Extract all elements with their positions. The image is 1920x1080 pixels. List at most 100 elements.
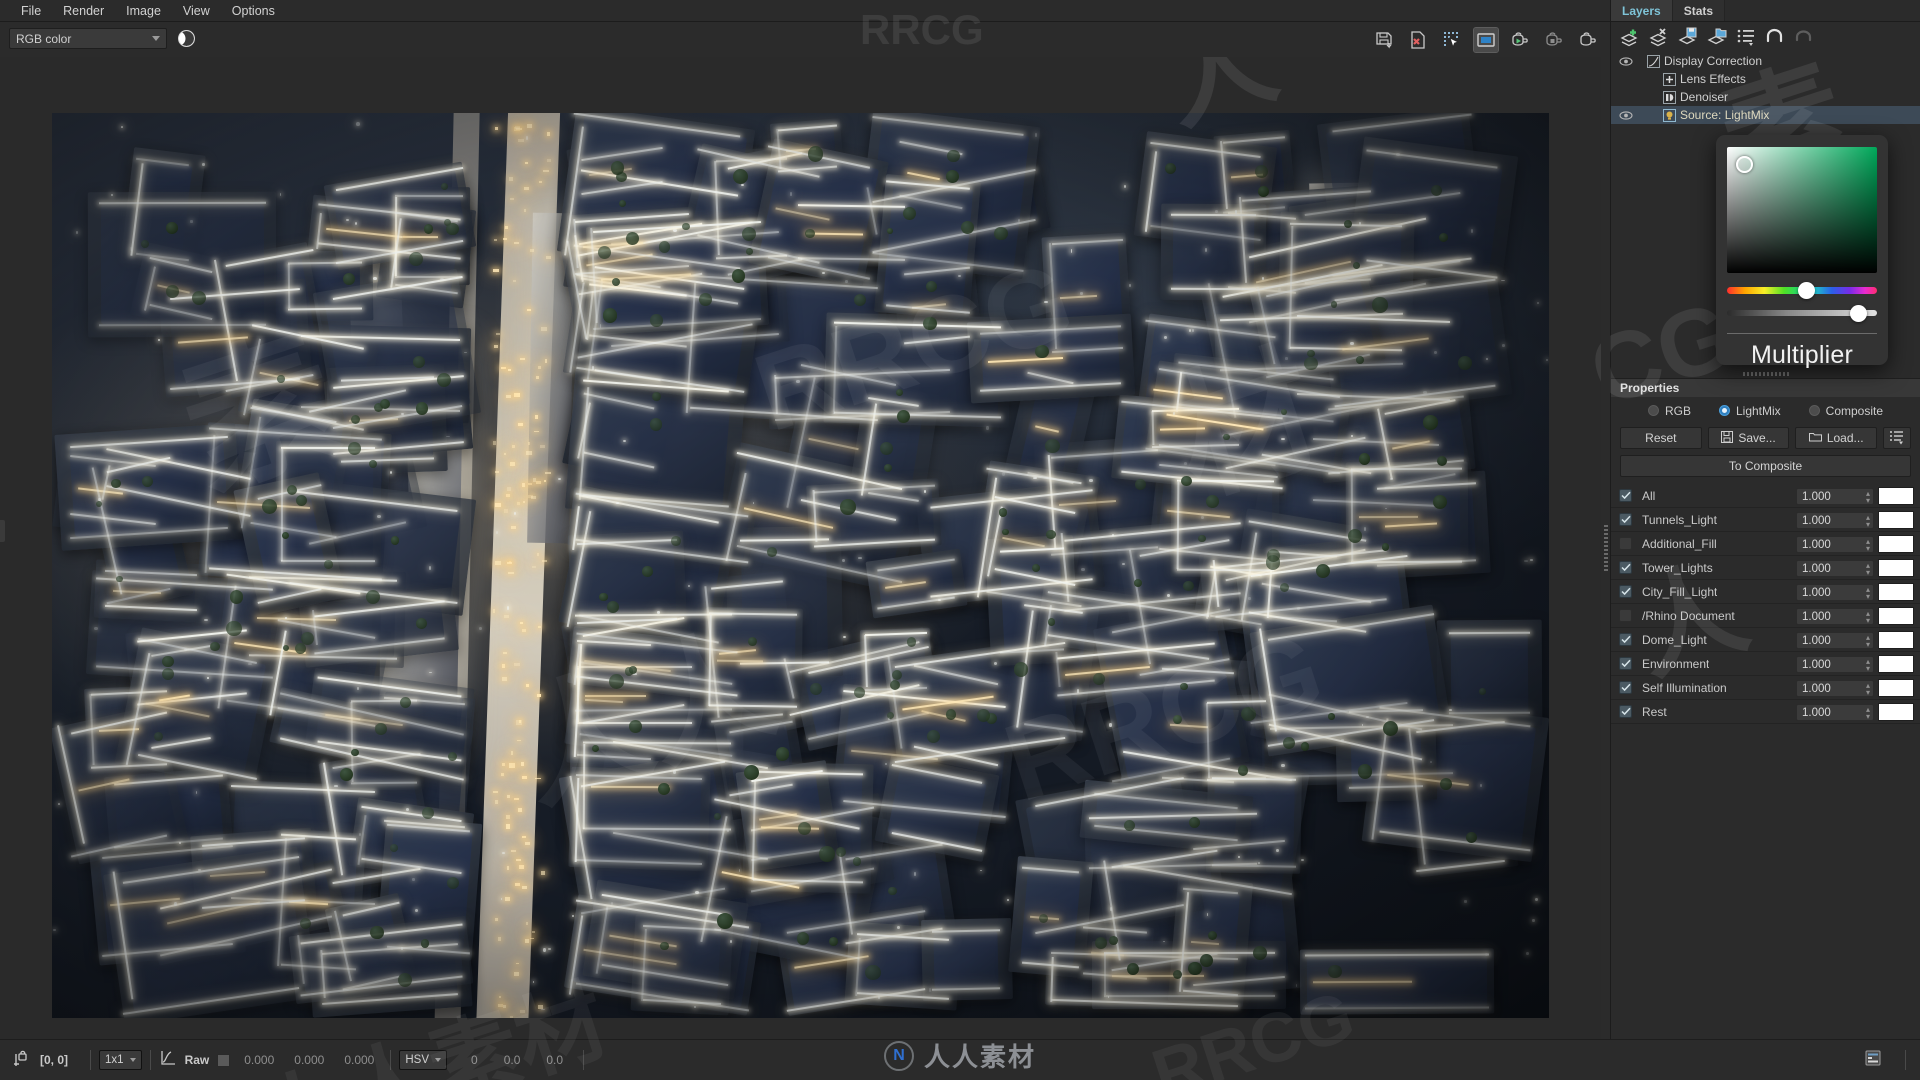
- lightmix-color-swatch[interactable]: [1878, 583, 1914, 601]
- render-viewport[interactable]: 素 RRCG 人人 RRCG 材: [0, 57, 1601, 1039]
- sv-marker-icon[interactable]: [1736, 156, 1753, 173]
- lightmix-row[interactable]: Tower_Lights 1.000 ▴ ▾: [1611, 556, 1920, 580]
- lightmix-enable-checkbox[interactable]: [1619, 609, 1632, 622]
- load-button[interactable]: Load...: [1795, 427, 1878, 449]
- lightmix-enable-checkbox[interactable]: [1619, 489, 1632, 502]
- lightmix-color-swatch[interactable]: [1878, 703, 1914, 721]
- lightmix-multiplier-input[interactable]: 1.000 ▴ ▾: [1796, 656, 1874, 673]
- lightmix-multiplier-input[interactable]: 1.000 ▴ ▾: [1796, 680, 1874, 697]
- visibility-eye-icon[interactable]: [1615, 56, 1637, 66]
- tab-stats[interactable]: Stats: [1672, 0, 1726, 21]
- save-layer-icon[interactable]: [1676, 25, 1700, 49]
- render-icon[interactable]: [1576, 28, 1600, 52]
- layer-menu-icon[interactable]: [1734, 25, 1758, 49]
- lightmix-color-swatch[interactable]: [1878, 511, 1914, 529]
- color-picker-popup[interactable]: Multiplier: [1716, 135, 1888, 369]
- load-layer-icon[interactable]: [1705, 25, 1729, 49]
- lightmix-enable-checkbox[interactable]: [1619, 705, 1632, 718]
- lightmix-color-swatch[interactable]: [1878, 559, 1914, 577]
- menu-item-file[interactable]: File: [10, 1, 52, 21]
- saturation-value-field[interactable]: [1727, 147, 1877, 273]
- lightmix-multiplier-input[interactable]: 1.000 ▴ ▾: [1796, 560, 1874, 577]
- lightmix-row[interactable]: Rest 1.000 ▴ ▾: [1611, 700, 1920, 724]
- radio-composite[interactable]: Composite: [1808, 404, 1883, 418]
- lightmix-row[interactable]: All 1.000 ▴ ▾: [1611, 484, 1920, 508]
- lightmix-color-swatch[interactable]: [1878, 655, 1914, 673]
- lightmix-row[interactable]: Additional_Fill 1.000 ▴ ▾: [1611, 532, 1920, 556]
- layer-row-lens-effects[interactable]: Lens Effects: [1611, 70, 1920, 88]
- lightmix-row[interactable]: Tunnels_Light 1.000 ▴ ▾: [1611, 508, 1920, 532]
- lightmix-color-swatch[interactable]: [1878, 535, 1914, 553]
- lightmix-row[interactable]: /Rhino Document 1.000 ▴ ▾: [1611, 604, 1920, 628]
- tab-layers[interactable]: Layers: [1611, 0, 1673, 21]
- spinner-icon[interactable]: ▴ ▾: [1866, 610, 1870, 625]
- stop-render-icon[interactable]: [1542, 28, 1566, 52]
- panel-splitter[interactable]: [1611, 369, 1920, 378]
- menu-item-options[interactable]: Options: [221, 1, 286, 21]
- spinner-icon[interactable]: ▴ ▾: [1866, 586, 1870, 601]
- spinner-icon[interactable]: ▴ ▾: [1866, 514, 1870, 529]
- lightmix-color-swatch[interactable]: [1878, 631, 1914, 649]
- hue-slider[interactable]: [1727, 282, 1877, 299]
- radio-lightmix[interactable]: LightMix: [1718, 404, 1781, 418]
- spinner-icon[interactable]: ▴ ▾: [1866, 658, 1870, 673]
- lightmix-row[interactable]: City_Fill_Light 1.000 ▴ ▾: [1611, 580, 1920, 604]
- rendered-image[interactable]: 素 RRCG 人人 RRCG 材: [52, 113, 1549, 1018]
- spinner-icon[interactable]: ▴ ▾: [1866, 634, 1870, 649]
- lightmix-menu-button[interactable]: [1883, 427, 1912, 449]
- lightmix-row[interactable]: Environment 1.000 ▴ ▾: [1611, 652, 1920, 676]
- layer-row-denoiser[interactable]: Denoiser: [1611, 88, 1920, 106]
- lightmix-enable-checkbox[interactable]: [1619, 513, 1632, 526]
- value-slider-knob[interactable]: [1850, 304, 1867, 322]
- radio-rgb[interactable]: RGB: [1647, 404, 1691, 418]
- spinner-icon[interactable]: ▴ ▾: [1866, 706, 1870, 721]
- spinner-icon[interactable]: ▴ ▾: [1866, 538, 1870, 553]
- lightmix-color-swatch[interactable]: [1878, 607, 1914, 625]
- lightmix-multiplier-input[interactable]: 1.000 ▴ ▾: [1796, 512, 1874, 529]
- hue-slider-knob[interactable]: [1797, 282, 1815, 299]
- region-render-icon[interactable]: [1440, 28, 1464, 52]
- delete-layer-icon[interactable]: [1647, 25, 1671, 49]
- lightmix-multiplier-input[interactable]: 1.000 ▴ ▾: [1796, 488, 1874, 505]
- dock-splitter[interactable]: [1601, 57, 1610, 1039]
- value-slider[interactable]: [1727, 304, 1877, 322]
- add-layer-icon[interactable]: [1618, 25, 1642, 49]
- clear-image-icon[interactable]: [1406, 28, 1430, 52]
- visibility-eye-icon[interactable]: [1615, 110, 1637, 120]
- lightmix-enable-checkbox[interactable]: [1619, 561, 1632, 574]
- left-panel-grip[interactable]: [0, 520, 5, 542]
- layer-row-source-lightmix[interactable]: Source: LightMix: [1611, 106, 1920, 124]
- menu-item-render[interactable]: Render: [52, 1, 115, 21]
- color-mode-select[interactable]: RGB color: [9, 28, 167, 49]
- lightmix-enable-checkbox[interactable]: [1619, 681, 1632, 694]
- lightmix-color-swatch[interactable]: [1878, 679, 1914, 697]
- lightmix-multiplier-input[interactable]: 1.000 ▴ ▾: [1796, 536, 1874, 553]
- to-composite-button[interactable]: To Composite: [1620, 455, 1911, 477]
- spinner-icon[interactable]: ▴ ▾: [1866, 490, 1870, 505]
- viewport-icon[interactable]: [1473, 27, 1499, 53]
- lightmix-enable-checkbox[interactable]: [1619, 633, 1632, 646]
- menu-item-image[interactable]: Image: [115, 1, 172, 21]
- menu-item-view[interactable]: View: [172, 1, 221, 21]
- undo-icon[interactable]: [1763, 25, 1787, 49]
- pixel-lock-icon[interactable]: [12, 1049, 30, 1072]
- save-image-icon[interactable]: [1372, 28, 1396, 52]
- render-last-icon[interactable]: [1508, 28, 1532, 52]
- log-panel-icon[interactable]: [1863, 1048, 1883, 1073]
- save-button[interactable]: Save...: [1707, 427, 1790, 449]
- layer-row-display-correction[interactable]: Display Correction: [1611, 52, 1920, 70]
- lightmix-multiplier-input[interactable]: 1.000 ▴ ▾: [1796, 632, 1874, 649]
- spinner-icon[interactable]: ▴ ▾: [1866, 682, 1870, 697]
- curve-sample-icon[interactable]: [159, 1049, 177, 1072]
- sample-mode-label[interactable]: Raw: [185, 1053, 210, 1067]
- spinner-icon[interactable]: ▴ ▾: [1866, 562, 1870, 577]
- lightmix-enable-checkbox[interactable]: [1619, 537, 1632, 550]
- lightmix-row[interactable]: Dome_Light 1.000 ▴ ▾: [1611, 628, 1920, 652]
- zoom-ratio-select[interactable]: 1x1: [99, 1050, 142, 1070]
- reset-button[interactable]: Reset: [1620, 427, 1702, 449]
- lightmix-multiplier-input[interactable]: 1.000 ▴ ▾: [1796, 584, 1874, 601]
- lightmix-enable-checkbox[interactable]: [1619, 657, 1632, 670]
- lightmix-multiplier-input[interactable]: 1.000 ▴ ▾: [1796, 704, 1874, 721]
- lightmix-color-swatch[interactable]: [1878, 487, 1914, 505]
- lightmix-row[interactable]: Self Illumination 1.000 ▴ ▾: [1611, 676, 1920, 700]
